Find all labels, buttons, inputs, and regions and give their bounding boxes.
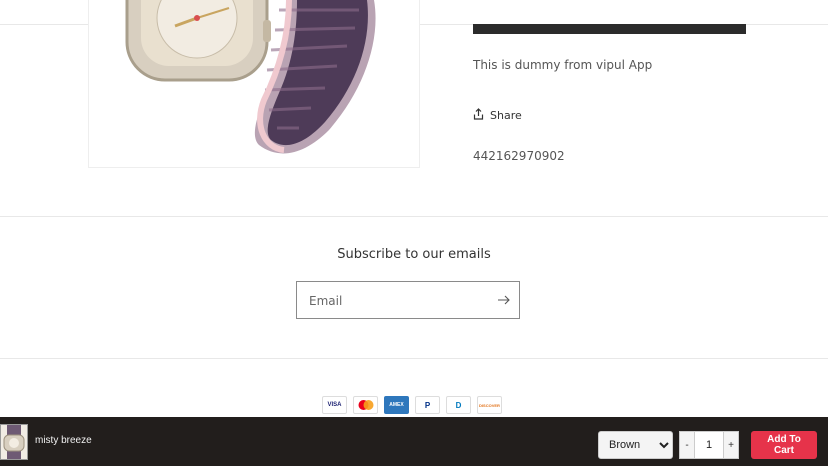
quantity-stepper: - + (679, 431, 739, 459)
payment-icons: VISA AMEX P D DISCOVER (322, 396, 502, 414)
email-input[interactable] (307, 282, 491, 320)
email-field-wrapper (296, 281, 520, 320)
arrow-right-icon[interactable] (497, 293, 511, 307)
product-sku: 442162970902 (473, 149, 565, 163)
section-divider (0, 216, 828, 217)
add-to-cart-button[interactable]: Add To Cart (751, 431, 817, 459)
mastercard-icon (353, 396, 378, 414)
quantity-increase-button[interactable]: + (723, 431, 739, 459)
sticky-product-name: misty breeze (35, 435, 92, 446)
product-thumbnail (0, 424, 28, 460)
footer-divider (0, 358, 828, 359)
product-description: This is dummy from vipul App (473, 58, 653, 72)
amex-icon: AMEX (384, 396, 409, 414)
share-icon (473, 108, 484, 123)
variant-select[interactable]: Brown (598, 431, 673, 459)
diners-icon: D (446, 396, 471, 414)
visa-icon: VISA (322, 396, 347, 414)
watch-illustration (125, 0, 376, 154)
discover-icon: DISCOVER (477, 396, 502, 414)
quantity-decrease-button[interactable]: - (679, 431, 695, 459)
newsletter-title: Subscribe to our emails (337, 247, 491, 262)
product-image[interactable] (88, 0, 420, 168)
quantity-input[interactable] (695, 431, 723, 459)
buy-now-button[interactable] (473, 24, 746, 34)
share-button[interactable]: Share (473, 108, 522, 123)
paypal-icon: P (415, 396, 440, 414)
share-label: Share (490, 109, 522, 122)
